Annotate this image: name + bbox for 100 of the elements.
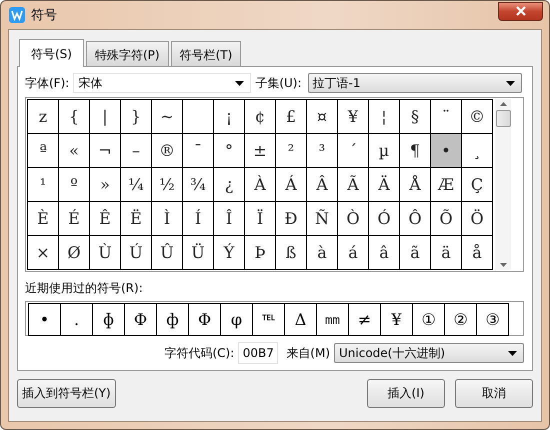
symbol-cell[interactable]: Û	[152, 236, 183, 270]
symbol-cell[interactable]: Ù	[90, 236, 121, 270]
symbol-cell[interactable]: §	[400, 100, 431, 134]
symbol-cell[interactable]: Â	[307, 168, 338, 202]
symbol-cell[interactable]: ¬	[90, 134, 121, 168]
symbol-cell[interactable]: Ã	[338, 168, 369, 202]
symbol-cell[interactable]: Ä	[369, 168, 400, 202]
symbol-cell[interactable]: ×	[28, 236, 59, 270]
cancel-button[interactable]: 取消	[455, 379, 533, 408]
recent-symbol-cell[interactable]: Δ	[285, 304, 317, 335]
symbol-cell[interactable]: ®	[152, 134, 183, 168]
symbol-cell[interactable]: Ë	[121, 202, 152, 236]
scroll-thumb[interactable]	[496, 110, 510, 127]
symbol-cell[interactable]: å	[462, 236, 493, 270]
symbol-cell[interactable]: ª	[28, 134, 59, 168]
symbol-cell[interactable]: ä	[431, 236, 462, 270]
symbol-cell[interactable]: Ï	[245, 202, 276, 236]
symbol-cell[interactable]: Ö	[462, 202, 493, 236]
symbol-cell[interactable]: Ø	[59, 236, 90, 270]
symbol-cell[interactable]: Þ	[245, 236, 276, 270]
symbol-cell[interactable]: ¼	[121, 168, 152, 202]
symbol-cell[interactable]: Ó	[369, 202, 400, 236]
symbol-cell[interactable]: Å	[400, 168, 431, 202]
recent-symbol-cell[interactable]: ③	[477, 304, 509, 335]
char-code-field[interactable]: 00B7	[238, 342, 278, 364]
scrollbar[interactable]	[495, 99, 511, 270]
symbol-cell[interactable]: º	[59, 168, 90, 202]
symbol-cell[interactable]: ¿	[214, 168, 245, 202]
symbol-cell[interactable]: ¢	[245, 100, 276, 134]
symbol-cell[interactable]: á	[338, 236, 369, 270]
symbol-cell[interactable]: À	[245, 168, 276, 202]
symbol-cell[interactable]: Á	[276, 168, 307, 202]
symbol-cell[interactable]: «	[59, 134, 90, 168]
symbol-cell[interactable]: Ê	[90, 202, 121, 236]
recent-symbol-cell[interactable]: Φ	[189, 304, 221, 335]
recent-symbol-cell[interactable]: ②	[445, 304, 477, 335]
symbol-cell[interactable]: ¦	[369, 100, 400, 134]
symbol-cell[interactable]: z	[28, 100, 59, 134]
symbol-cell[interactable]: |	[90, 100, 121, 134]
symbol-cell[interactable]: •	[431, 134, 462, 168]
symbol-cell[interactable]: ±	[245, 134, 276, 168]
recent-symbol-cell[interactable]: Ф	[125, 304, 157, 335]
subset-dropdown[interactable]: 拉丁语-1	[308, 73, 522, 93]
symbol-cell[interactable]: Æ	[431, 168, 462, 202]
symbol-cell[interactable]: ©	[462, 100, 493, 134]
symbol-cell[interactable]: Õ	[431, 202, 462, 236]
symbol-cell[interactable]: ß	[276, 236, 307, 270]
recent-symbol-cell[interactable]: ㎜	[317, 304, 349, 335]
symbol-cell[interactable]: Ç	[462, 168, 493, 202]
recent-symbol-cell[interactable]: ≠	[349, 304, 381, 335]
symbol-cell[interactable]: £	[276, 100, 307, 134]
recent-symbol-cell[interactable]: ɸ	[93, 304, 125, 335]
recent-symbol-cell[interactable]: .	[61, 304, 93, 335]
symbol-cell[interactable]: Ô	[400, 202, 431, 236]
symbol-cell[interactable]: Í	[183, 202, 214, 236]
recent-symbol-cell[interactable]: •	[29, 304, 61, 335]
symbol-cell[interactable]: ¡	[214, 100, 245, 134]
symbol-cell[interactable]: ½	[152, 168, 183, 202]
symbol-cell[interactable]	[183, 100, 214, 134]
symbol-cell[interactable]: Ñ	[307, 202, 338, 236]
symbol-cell[interactable]: –	[121, 134, 152, 168]
symbol-cell[interactable]: ¤	[307, 100, 338, 134]
symbol-cell[interactable]: »	[90, 168, 121, 202]
insert-to-bar-button[interactable]: 插入到符号栏(Y)	[17, 379, 116, 408]
symbol-cell[interactable]: à	[307, 236, 338, 270]
symbol-cell[interactable]: ³	[307, 134, 338, 168]
insert-button[interactable]: 插入(I)	[367, 379, 445, 408]
recent-symbol-cell[interactable]: ¥	[381, 304, 413, 335]
symbol-cell[interactable]: ~	[152, 100, 183, 134]
symbol-cell[interactable]: Ð	[276, 202, 307, 236]
recent-symbol-cell[interactable]: ℡	[253, 304, 285, 335]
symbol-cell[interactable]: ²	[276, 134, 307, 168]
symbol-cell[interactable]: ´	[338, 134, 369, 168]
symbol-cell[interactable]: Ì	[152, 202, 183, 236]
symbol-cell[interactable]: ¹	[28, 168, 59, 202]
tab[interactable]: 符号栏(T)	[170, 41, 242, 66]
symbol-cell[interactable]: ¸	[462, 134, 493, 168]
symbol-cell[interactable]: ¥	[338, 100, 369, 134]
tab[interactable]: 符号(S)	[19, 39, 84, 67]
symbol-cell[interactable]: }	[121, 100, 152, 134]
symbol-cell[interactable]: Î	[214, 202, 245, 236]
recent-symbol-cell[interactable]: ①	[413, 304, 445, 335]
font-dropdown[interactable]: 宋体	[73, 73, 252, 93]
symbol-cell[interactable]: ¾	[183, 168, 214, 202]
symbol-cell[interactable]: Ü	[183, 236, 214, 270]
close-button[interactable]	[498, 2, 543, 20]
symbol-cell[interactable]: â	[369, 236, 400, 270]
tab[interactable]: 特殊字符(P)	[86, 41, 169, 66]
source-dropdown[interactable]: Unicode(十六进制)	[334, 343, 524, 363]
symbol-cell[interactable]: {	[59, 100, 90, 134]
symbol-cell[interactable]: ¯	[183, 134, 214, 168]
symbol-cell[interactable]: Ú	[121, 236, 152, 270]
symbol-cell[interactable]: °	[214, 134, 245, 168]
symbol-cell[interactable]: Ò	[338, 202, 369, 236]
recent-symbol-cell[interactable]: φ	[221, 304, 253, 335]
symbol-cell[interactable]: ã	[400, 236, 431, 270]
symbol-cell[interactable]: µ	[369, 134, 400, 168]
symbol-cell[interactable]: É	[59, 202, 90, 236]
symbol-cell[interactable]: È	[28, 202, 59, 236]
recent-symbol-cell[interactable]: ф	[157, 304, 189, 335]
